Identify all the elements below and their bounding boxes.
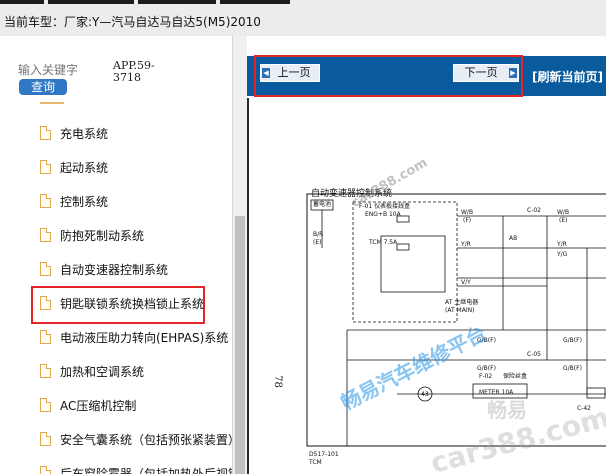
diagram-label: D517-101 [309,451,339,458]
keyword-search-input[interactable] [18,62,106,78]
fuse-symbol [396,243,410,251]
tree-item-rear-defroster[interactable]: 后车窗除雾器（包括加热外后视镜） [40,461,232,474]
tree-item-label: 起动系统 [60,160,109,175]
tree-item-starting-system[interactable]: 起动系统 [40,155,108,179]
navigation-highlight [254,55,523,97]
document-icon [40,466,51,474]
diagram-label: (E) [313,239,321,246]
left-navigation-panel: 查询 APP.59-3718 充电系统 起动系统 控制系统 防抱死制动系统 自动… [0,36,247,474]
current-car-model: 当前车型：厂家:Y—汽马自达马自达5(M5)2010 [4,13,261,30]
diagram-label: 保险丝盒 [503,372,527,380]
diagram-label: METER 10A [479,389,514,396]
diagram-label: C-05 [527,351,541,358]
car-model-label: 当前车型： [4,15,65,29]
car-model-value: 厂家:Y—汽马自达马自达5(M5)2010 [64,15,261,29]
diagram-label: W/B [557,209,569,216]
tree-item-label: 控制系统 [60,194,109,209]
tree-item-label: 后车窗除雾器（包括加热外后视镜） [60,466,232,474]
selected-item-highlight [31,286,205,324]
wiring-diagram-page: 78 自动变速器控制系统 蓄电池 B/R (E) F-01 仪表板接线盒 ENG… [247,98,606,474]
left-panel-scrollbar[interactable] [232,36,247,474]
diagram-viewer-panel: ◀ 上一页 下一页 ▶ [刷新当前页] 78 自动变速器控制系统 蓄电池 B/R… [247,36,606,474]
diagram-label: F-02 [479,373,492,380]
document-icon [40,126,51,140]
diagram-label: TCM [308,459,322,466]
tree-item-ac-compressor-control[interactable]: AC压缩机控制 [40,393,136,417]
tree-item-label: 电动液压助力转向(EHPAS)系统 [60,330,229,345]
diagram-label: G/B(F) [477,365,496,372]
document-icon [40,228,51,242]
header-tab-strip [0,0,44,4]
connector-box [586,387,606,399]
query-button[interactable]: 查询 [19,79,67,95]
diagram-label: TCM 7.5A [368,239,398,246]
document-icon [40,398,51,412]
diagram-label: V/Y [461,279,471,286]
header-tab-strip [220,0,290,4]
fuse-box-dashed [352,201,458,323]
diagram-label: AT 主继电器 [445,298,478,306]
tree-item-label: 安全气囊系统（包括预张紧装置） [60,432,232,447]
diagram-label: W/B [461,209,473,216]
tree-item-ehpas-system[interactable]: 电动液压助力转向(EHPAS)系统 [40,325,228,349]
document-icon [40,330,51,344]
tree-item-label: 加热和空调系统 [60,364,145,379]
refresh-current-page-link[interactable]: [刷新当前页] [532,68,603,85]
tree-item-label: 自动变速器控制系统 [60,262,169,277]
diagram-label: C-42 [577,405,591,412]
diagram-label: AB [509,235,517,242]
diagram-label: (F) [463,217,471,224]
tree-item-control-system[interactable]: 控制系统 [40,189,108,213]
diagram-label: 蓄电池 [313,200,331,208]
diagram-label: F-01 仪表板接线盒 [359,202,410,210]
document-icon [40,262,51,276]
diagram-label: G/B(F) [563,337,582,344]
tree-item-partial [40,102,64,104]
search-area: 查询 APP.59-3718 [0,36,232,102]
header-tab-strip [138,0,216,4]
tree-item-airbag-system[interactable]: 安全气囊系统（包括预张紧装置） [40,427,232,451]
diagram-label: G/B(F) [477,337,496,344]
diagram-label: Y/R [556,241,567,248]
tree-item-label: 防抱死制动系统 [60,228,145,243]
diagram-label: Y/G [556,251,568,258]
tree-item-automatic-transmission-control[interactable]: 自动变速器控制系统 [40,257,168,281]
document-icon [40,194,51,208]
document-icon [40,160,51,174]
tree-item-label: 充电系统 [60,126,109,141]
diagram-label: B/R [313,231,323,238]
diagram-frame [306,193,606,447]
left-panel-scrollbar-thumb[interactable] [235,216,245,474]
document-icon [40,432,51,446]
diagram-label: 43 [421,391,429,398]
diagram-label: C-02 [527,207,541,214]
diagram-label: (E) [559,217,567,224]
diagram-label: G/B(F) [563,365,582,372]
diagram-label: (AT MAIN) [445,307,474,314]
diagram-label: ENG+B 10A [365,211,402,218]
tree-item-charging-system[interactable]: 充电系统 [40,121,108,145]
wiring-diagram: 蓄电池 B/R (E) F-01 仪表板接线盒 ENG+B 10A TCM 7.… [306,193,606,466]
diagram-label: Y/R [460,241,471,248]
header-tab-strip [48,0,134,4]
tree-item-label: AC压缩机控制 [60,398,137,413]
document-icon [40,364,51,378]
top-header-bar: 当前车型：厂家:Y—汽马自达马自达5(M5)2010 [0,0,606,36]
tree-item-abs-system[interactable]: 防抱死制动系统 [40,223,144,247]
app-version-label: APP.59-3718 [113,59,155,84]
tree-item-heating-ac-system[interactable]: 加热和空调系统 [40,359,144,383]
